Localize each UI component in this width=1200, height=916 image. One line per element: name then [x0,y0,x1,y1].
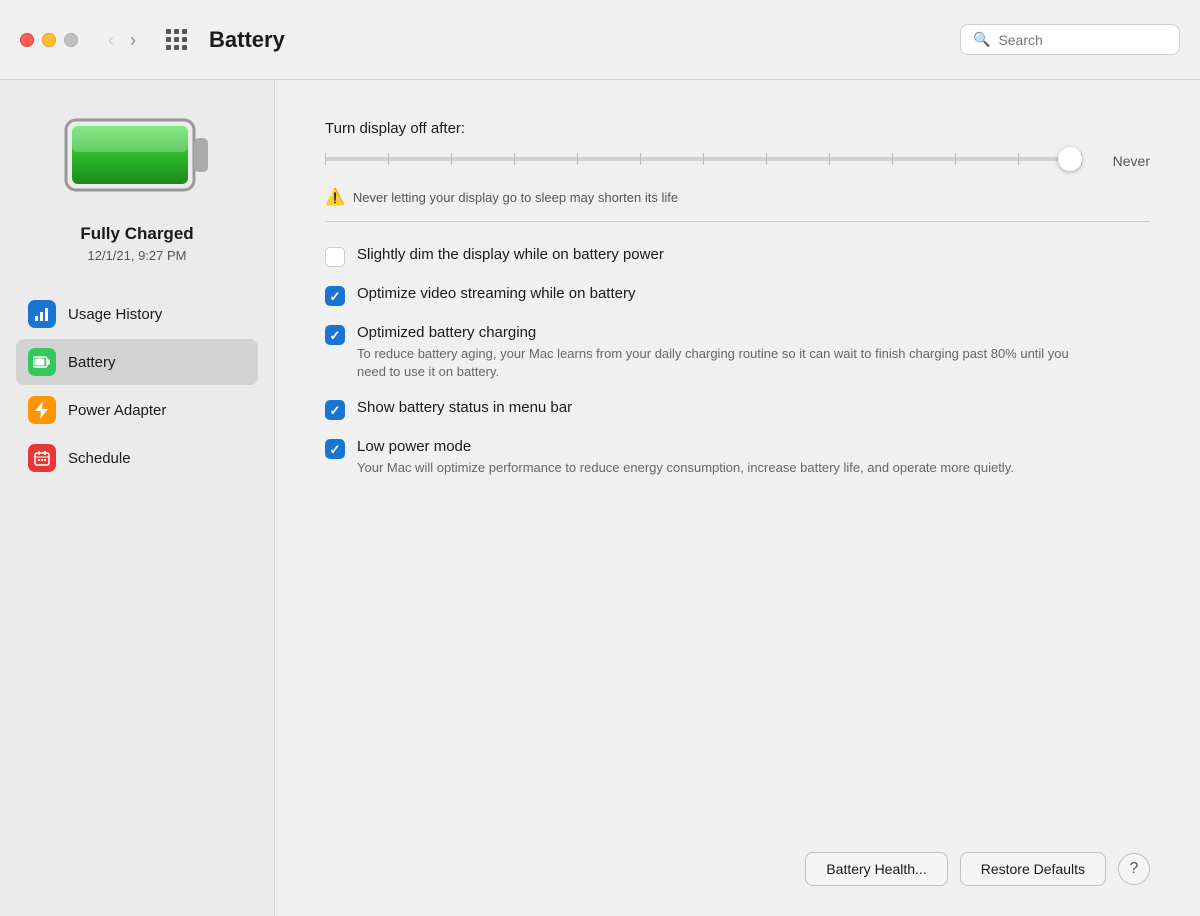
optimized-charging-label: Optimized battery charging [357,324,1077,341]
sidebar-label-schedule: Schedule [68,450,131,467]
grid-dot [166,29,171,34]
slider-thumb[interactable] [1058,147,1082,171]
sidebar-item-schedule[interactable]: Schedule [16,435,258,481]
checkbox-show-status: ✓ Show battery status in menu bar [325,399,1150,420]
show-status-label: Show battery status in menu bar [357,399,572,416]
sidebar-item-battery[interactable]: Battery [16,339,258,385]
tick [1018,153,1019,165]
sidebar-label-battery: Battery [68,354,116,371]
traffic-lights [20,33,78,47]
slider-label: Turn display off after: [325,120,1150,137]
tick [577,153,578,165]
content-panel: Turn display off after: [275,80,1200,916]
battery-icon-container [62,110,212,200]
grid-dot [166,45,171,50]
checkmark-icon: ✓ [330,443,341,456]
close-button[interactable] [20,33,34,47]
tick [703,153,704,165]
grid-dot [166,37,171,42]
dim-display-label: Slightly dim the display while on batter… [357,246,664,263]
battery-timestamp: 12/1/21, 9:27 PM [87,248,186,263]
show-status-checkbox[interactable]: ✓ [325,400,345,420]
grid-dot [182,45,187,50]
tick [640,153,641,165]
warning-icon: ⚠️ [325,187,345,207]
slider-row: Never [325,153,1150,169]
search-icon: 🔍 [973,31,990,48]
forward-button[interactable]: › [124,27,142,53]
app-grid-icon[interactable] [166,29,187,50]
tick [829,153,830,165]
tick [766,153,767,165]
display-sleep-slider-track[interactable] [325,157,1082,161]
battery-graphic [62,110,212,200]
checkmark-icon: ✓ [330,329,341,342]
grid-dot [182,37,187,42]
tick [514,153,515,165]
slider-value-label: Never [1090,153,1150,169]
tick [388,153,389,165]
checkmark-icon: ✓ [330,290,341,303]
bottom-buttons: Battery Health... Restore Defaults ? [325,812,1150,886]
low-power-checkbox[interactable]: ✓ [325,439,345,459]
help-button[interactable]: ? [1118,853,1150,885]
grid-dot [182,29,187,34]
nav-arrows: ‹ › [102,27,142,53]
tick [325,153,326,165]
divider [325,221,1150,222]
minimize-button[interactable] [42,33,56,47]
checkbox-low-power: ✓ Low power mode Your Mac will optimize … [325,438,1150,477]
checkbox-dim-display: Slightly dim the display while on batter… [325,246,1150,267]
back-button[interactable]: ‹ [102,27,120,53]
sidebar: Fully Charged 12/1/21, 9:27 PM Usage His… [0,80,275,916]
schedule-icon [28,444,56,472]
grid-dot [174,37,179,42]
low-power-label: Low power mode [357,438,1014,455]
optimized-charging-sublabel: To reduce battery aging, your Mac learns… [357,345,1077,381]
checkmark-icon: ✓ [330,404,341,417]
search-box[interactable]: 🔍 [960,24,1180,55]
grid-dot [174,45,179,50]
tick [955,153,956,165]
sidebar-label-usage-history: Usage History [68,306,162,323]
search-input[interactable] [998,32,1167,48]
optimize-video-label: Optimize video streaming while on batter… [357,285,635,302]
power-adapter-icon [28,396,56,424]
slider-warning: ⚠️ Never letting your display go to slee… [325,187,1150,207]
main-area: Fully Charged 12/1/21, 9:27 PM Usage His… [0,80,1200,916]
battery-health-button[interactable]: Battery Health... [805,852,947,886]
sidebar-label-power-adapter: Power Adapter [68,402,166,419]
grid-dot [174,29,179,34]
battery-nav-icon [28,348,56,376]
sidebar-item-power-adapter[interactable]: Power Adapter [16,387,258,433]
tick [451,153,452,165]
titlebar: ‹ › Battery 🔍 [0,0,1200,80]
sidebar-nav: Usage History Battery [16,291,258,481]
dim-display-checkbox[interactable] [325,247,345,267]
optimized-charging-checkbox[interactable]: ✓ [325,325,345,345]
usage-history-icon [28,300,56,328]
low-power-sublabel: Your Mac will optimize performance to re… [357,459,1014,477]
slider-warning-text: Never letting your display go to sleep m… [353,190,678,205]
checkbox-optimize-video: ✓ Optimize video streaming while on batt… [325,285,1150,306]
page-title: Battery [209,27,944,53]
fullscreen-button[interactable] [64,33,78,47]
sidebar-item-usage-history[interactable]: Usage History [16,291,258,337]
checkbox-optimized-charging: ✓ Optimized battery charging To reduce b… [325,324,1150,381]
optimize-video-checkbox[interactable]: ✓ [325,286,345,306]
tick [892,153,893,165]
battery-status: Fully Charged [80,224,193,244]
restore-defaults-button[interactable]: Restore Defaults [960,852,1106,886]
